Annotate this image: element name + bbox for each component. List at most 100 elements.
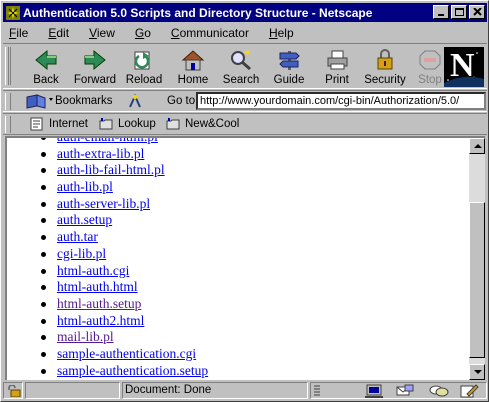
list-item: html-auth.cgi — [7, 263, 208, 280]
toolbar-grip[interactable] — [5, 47, 11, 85]
close-button[interactable] — [469, 5, 485, 19]
window-title: Authentication 5.0 Scripts and Directory… — [23, 5, 373, 20]
file-link[interactable]: sample-authentication.setup — [57, 363, 208, 378]
unlocked-padlock-icon — [8, 385, 21, 397]
page-content: auth-email-html.pl auth-extra-lib.pl auth-… — [5, 136, 469, 380]
printer-icon — [324, 48, 350, 72]
title-bar[interactable]: Authentication 5.0 Scripts and Directory… — [3, 3, 487, 22]
location-toolbar-grip[interactable] — [5, 93, 11, 110]
personal-toolbar-grip[interactable] — [5, 116, 11, 133]
file-link[interactable]: mail-lib.pl — [57, 329, 114, 344]
minimize-icon — [438, 14, 444, 16]
bookmarks-button[interactable]: Bookmarks — [25, 93, 113, 109]
internet-button[interactable]: Internet — [30, 117, 88, 131]
search-button[interactable]: Search — [218, 46, 264, 88]
url-input[interactable]: http://www.yourdomain.com/cgi-bin/Author… — [196, 92, 486, 110]
maximize-icon — [455, 8, 464, 16]
print-button[interactable]: Print — [314, 46, 360, 88]
list-item: auth.tar — [7, 229, 208, 246]
minimize-button[interactable] — [433, 5, 449, 19]
list-item: mail-lib.pl — [7, 329, 208, 346]
lookup-label: Lookup — [118, 118, 156, 130]
mail-icon[interactable] — [395, 384, 415, 401]
guide-button[interactable]: Guide — [266, 46, 312, 88]
lookup-button[interactable]: Lookup — [99, 117, 156, 131]
security-button[interactable]: Security — [362, 46, 408, 88]
list-item: html-auth2.html — [7, 313, 208, 330]
file-link[interactable]: html-auth.setup — [57, 296, 141, 311]
list-item: html-auth.html — [7, 279, 208, 296]
file-link[interactable]: cgi-lib.pl — [57, 246, 106, 261]
list-item: sample-authentication.setup — [7, 363, 208, 380]
page-icon — [30, 117, 44, 131]
menu-communicator[interactable]: Communicator — [171, 26, 259, 40]
file-link[interactable]: html-auth.html — [57, 279, 138, 294]
file-link[interactable]: sample-authentication.cgi — [57, 346, 196, 361]
menu-go[interactable]: Go — [135, 26, 161, 40]
back-button[interactable]: Back — [23, 46, 69, 88]
list-item: auth-lib.pl — [7, 179, 208, 196]
home-button[interactable]: Home — [170, 46, 216, 88]
list-item: html-auth.setup — [7, 296, 208, 313]
menu-file[interactable]: File — [9, 26, 38, 40]
list-item: cgi-lib.pl — [7, 246, 208, 263]
newcool-button[interactable]: New&Cool — [166, 117, 239, 131]
menu-accelerator: H — [268, 25, 278, 40]
maximize-button[interactable] — [451, 5, 467, 19]
discussions-icon[interactable] — [429, 384, 449, 401]
home-icon — [180, 48, 206, 72]
file-link[interactable]: auth-email-html.pl — [57, 138, 158, 144]
bookmarks-label: Bookmarks — [55, 95, 113, 107]
list-item: auth-extra-lib.pl — [7, 146, 208, 163]
navigator-icon[interactable] — [365, 384, 385, 401]
component-bar-grip[interactable] — [313, 384, 321, 397]
list-item: auth-email-html.pl — [7, 138, 208, 146]
progress-cell — [25, 382, 120, 399]
menu-bar: File Edit View Go Communicator Help — [3, 23, 487, 42]
menu-label-rest: elp — [277, 25, 294, 40]
close-icon — [473, 8, 482, 16]
netscape-app-icon[interactable] — [6, 5, 20, 20]
file-link[interactable]: auth-lib.pl — [57, 179, 113, 194]
component-bar — [310, 382, 487, 399]
file-link[interactable]: auth-server-lib.pl — [57, 196, 150, 211]
menu-view[interactable]: View — [89, 26, 125, 40]
browser-window: Authentication 5.0 Scripts and Directory… — [0, 0, 489, 402]
file-link[interactable]: auth-extra-lib.pl — [57, 146, 144, 161]
list-item: auth.setup — [7, 212, 208, 229]
menu-label-rest: iew — [96, 25, 115, 40]
menu-accelerator: G — [134, 25, 145, 40]
menu-help[interactable]: Help — [269, 26, 304, 40]
composer-icon[interactable] — [459, 384, 479, 401]
forward-arrow-icon — [82, 48, 108, 72]
personal-toolbar: Internet Lookup New&Cool — [3, 113, 487, 135]
back-arrow-icon — [33, 48, 59, 72]
file-list: auth-email-html.pl auth-extra-lib.pl auth-… — [7, 138, 208, 380]
scroll-down-button[interactable] — [469, 364, 485, 380]
file-link[interactable]: auth.setup — [57, 212, 112, 227]
file-link[interactable]: auth-lib-fail-html.pl — [57, 162, 165, 177]
folder-icon — [166, 117, 180, 131]
security-status-cell[interactable] — [3, 382, 23, 399]
menu-label-rest: ile — [16, 25, 29, 40]
menu-edit[interactable]: Edit — [48, 26, 79, 40]
padlock-icon — [372, 48, 398, 72]
location-toolbar: Bookmarks Go to: http://www.yourdomain.c… — [3, 90, 487, 112]
menu-label-rest: dit — [56, 25, 70, 40]
navigation-toolbar: Back Forward Reload Home Search Guide Pr… — [3, 43, 487, 89]
file-link[interactable]: auth.tar — [57, 229, 98, 244]
scrollbar-thumb[interactable] — [469, 202, 485, 358]
reload-button[interactable]: Reload — [121, 46, 167, 88]
netscape-throbber-logo[interactable]: N — [444, 47, 484, 87]
scroll-up-button[interactable] — [469, 138, 485, 154]
location-icon[interactable] — [127, 93, 143, 109]
menu-label-rest: ommunicator — [179, 25, 249, 40]
vertical-scrollbar[interactable] — [469, 136, 485, 380]
forward-button[interactable]: Forward — [72, 46, 118, 88]
guide-signpost-icon — [276, 48, 302, 72]
menu-label-rest: o — [144, 25, 151, 40]
file-link[interactable]: html-auth.cgi — [57, 263, 129, 278]
status-bar: Document: Done — [3, 381, 487, 400]
bookmarks-icon — [25, 93, 55, 109]
file-link[interactable]: html-auth2.html — [57, 313, 144, 328]
